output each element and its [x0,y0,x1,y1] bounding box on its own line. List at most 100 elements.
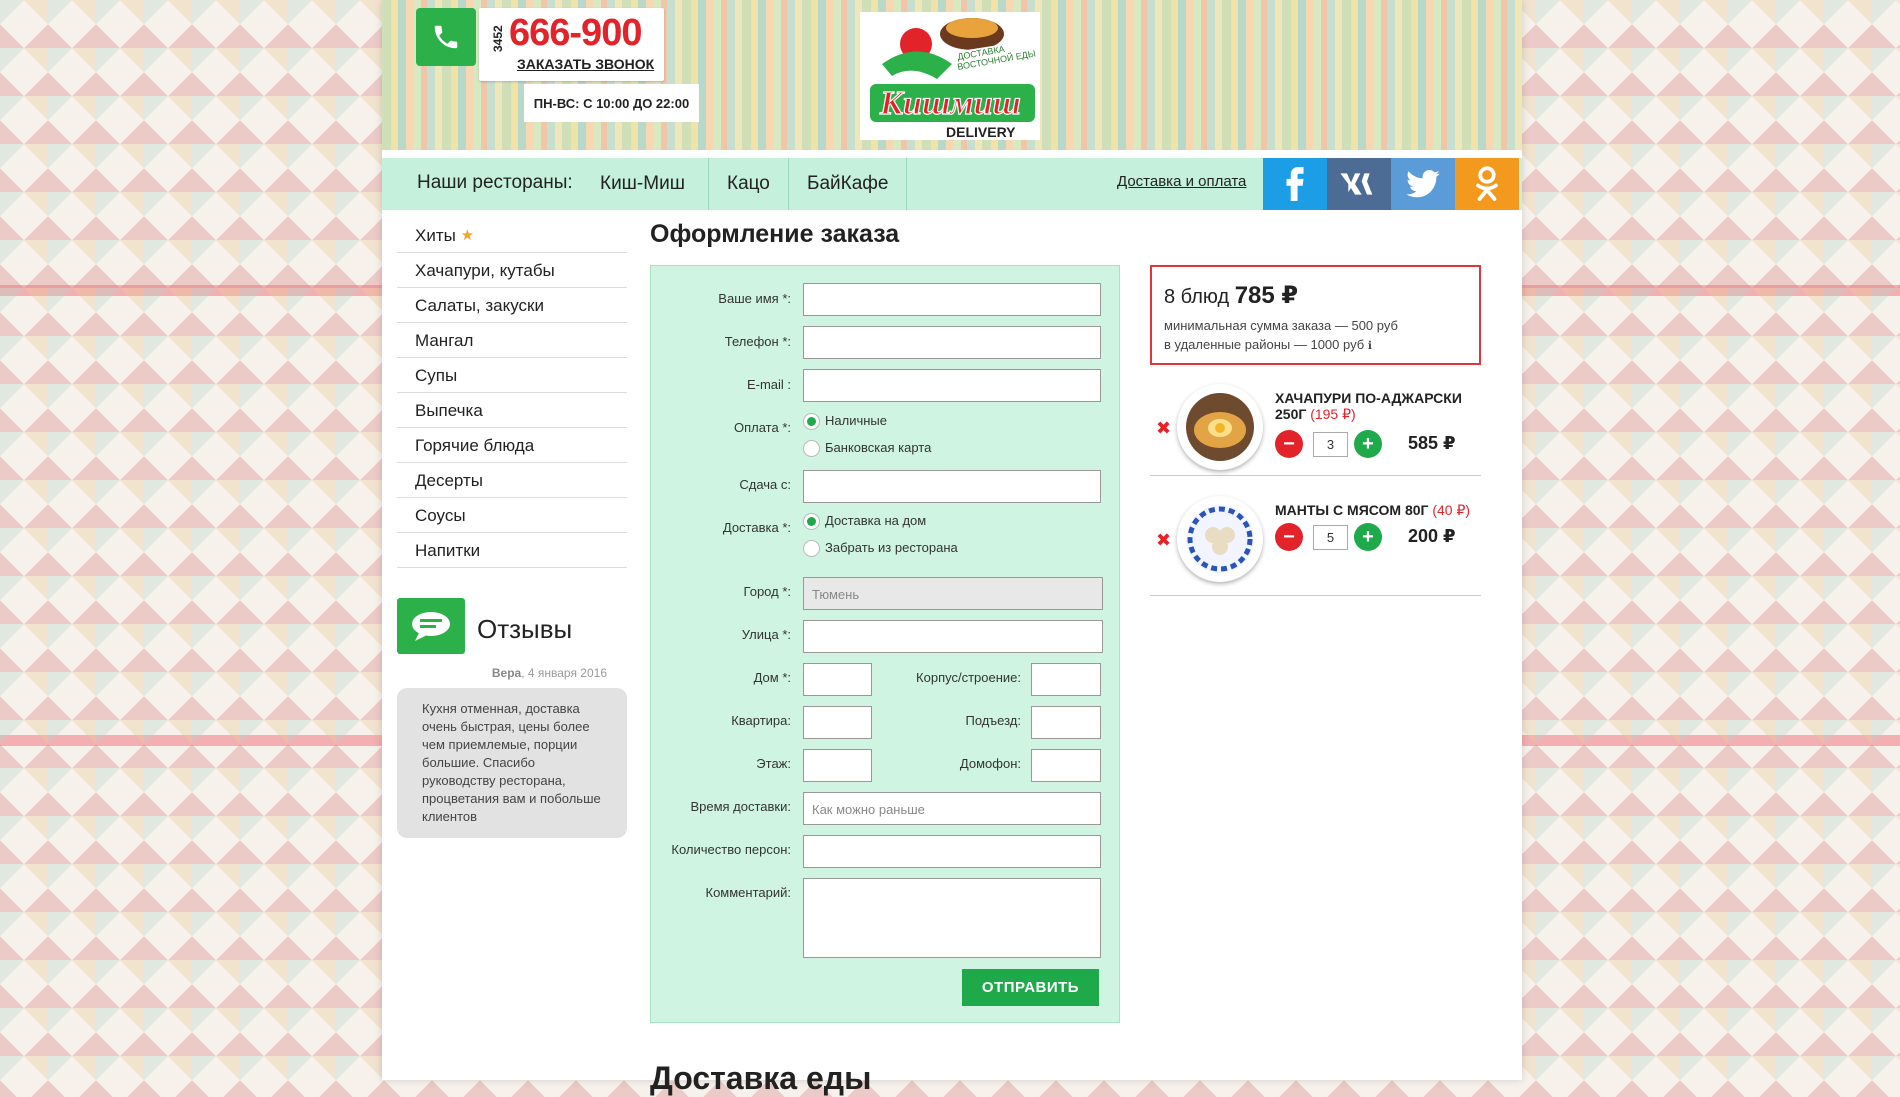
item-price: 200 ₽ [1408,526,1456,546]
intercom-label: Домофон: [959,756,1021,771]
remove-icon[interactable]: ✖ [1156,530,1171,551]
item-title: МАНТЫ С МЯСОМ 80Г [1275,502,1429,518]
entrance-input[interactable] [1031,706,1101,739]
header: 3452 666-900 ЗАКАЗАТЬ ЗВОНОК ПН-ВС: С 10… [382,0,1522,150]
email-label: E-mail : [746,377,791,392]
facebook-icon[interactable] [1263,158,1327,210]
order-call-link[interactable]: ЗАКАЗАТЬ ЗВОНОК [517,56,654,72]
review-author: Вера, 4 января 2016 [397,666,627,680]
delivery-home-label: Доставка на дом [825,513,927,528]
menu-item-sauces[interactable]: Соусы [397,498,627,533]
svg-text:DELIVERY: DELIVERY [946,124,1016,140]
radio-dot [803,413,820,431]
cart-item: ✖ МАНТЫ С МЯСОМ 80Г (40 ₽) − 5 + 200 ₽ [1150,490,1481,596]
star-icon: ★ [460,227,475,244]
quantity-input[interactable]: 3 [1313,432,1348,457]
menu-item-drinks[interactable]: Напитки [397,533,627,568]
delivery-time-input[interactable]: Как можно раньше [803,792,1101,825]
floor-label: Этаж: [756,756,791,771]
svg-text:Кишмиш: Кишмиш [879,85,1021,122]
item-name: ХАЧАПУРИ ПО-АДЖАРСКИ 250Г (195 ₽) [1275,390,1475,422]
review-date: , 4 января 2016 [521,666,607,680]
increase-button[interactable]: + [1354,430,1382,458]
comment-textarea[interactable] [803,878,1101,958]
menu-item-grill[interactable]: Мангал [397,323,627,358]
unit-price: (195 ₽) [1310,406,1356,422]
radio-dot [803,540,820,558]
floor-input[interactable] [803,749,872,782]
change-label: Сдача с: [739,477,791,492]
name-input[interactable] [803,283,1101,316]
order-form: Ваше имя *: Телефон *: E-mail : Оплата *… [650,265,1120,1023]
menu-item-pastry[interactable]: Выпечка [397,393,627,428]
quantity-input[interactable]: 5 [1313,525,1348,550]
menu-item-salads[interactable]: Салаты, закуски [397,288,627,323]
submit-button[interactable]: ОТПРАВИТЬ [962,969,1099,1006]
street-label: Улица *: [741,627,791,642]
payment-cash-radio[interactable]: Наличные [803,413,887,431]
odnoklassniki-icon[interactable] [1455,158,1519,210]
delivery-pickup-radio[interactable]: Забрать из ресторана [803,540,958,558]
delivery-payment-link[interactable]: Доставка и оплата [1117,173,1246,190]
phone-box: 3452 666-900 ЗАКАЗАТЬ ЗВОНОК [479,8,664,81]
reviews-block: Отзывы Вера, 4 января 2016 Кухня отменна… [397,598,627,838]
nav-item-baycafe[interactable]: БайКафе [788,158,908,210]
vk-icon[interactable] [1327,158,1391,210]
page-container: 3452 666-900 ЗАКАЗАТЬ ЗВОНОК ПН-ВС: С 10… [382,0,1522,1096]
entrance-label: Подъезд: [965,713,1021,728]
street-input[interactable] [803,620,1103,653]
item-price: 585 ₽ [1408,433,1456,453]
email-input[interactable] [803,369,1101,402]
cart-count: 8 блюд 785 ₽ [1164,281,1467,310]
decrease-button[interactable]: − [1275,430,1303,458]
house-input[interactable] [803,663,872,696]
unit-price: (40 ₽) [1432,502,1471,518]
min-order-text: минимальная сумма заказа — 500 руб [1164,318,1398,333]
change-input[interactable] [803,470,1101,503]
phone-code: 3452 [491,25,505,52]
info-icon[interactable]: ℹ [1368,340,1372,352]
delivery-home-radio[interactable]: Доставка на дом [803,513,927,531]
item-name: МАНТЫ С МЯСОМ 80Г (40 ₽) [1275,502,1475,518]
radio-dot [803,440,820,458]
review-author-name: Вера [491,666,522,680]
persons-label: Количество персон: [671,842,791,857]
restaurants-nav: Наши рестораны: Киш-Миш Кацо БайКафе Дос… [382,158,1522,210]
apartment-label: Квартира: [731,713,791,728]
phone-icon[interactable] [416,8,476,66]
intercom-input[interactable] [1031,749,1101,782]
menu-item-hits[interactable]: Хиты ★ [397,218,627,253]
menu-item-khachapuri[interactable]: Хачапури, кутабы [397,253,627,288]
city-label: Город *: [743,584,791,599]
building-input[interactable] [1031,663,1101,696]
menu-item-soups[interactable]: Супы [397,358,627,393]
phone-number[interactable]: 666-900 [509,12,642,55]
decrease-button[interactable]: − [1275,523,1303,551]
persons-input[interactable] [803,835,1101,868]
logo[interactable]: ДОСТАВКА ВОСТОЧНОЙ ЕДЫ Кишмиш DELIVERY [842,4,1060,144]
phone-input[interactable] [803,326,1101,359]
payment-card-label: Банковская карта [825,440,932,455]
building-label: Корпус/строение: [916,670,1021,685]
menu-item-label: Хиты [415,226,456,245]
remote-order-row: в удаленные районы — 1000 руб ℹ [1164,335,1467,356]
khachapuri-image[interactable] [1177,384,1263,470]
remove-icon[interactable]: ✖ [1156,418,1171,439]
chat-bubble-icon[interactable] [397,598,465,654]
twitter-icon[interactable] [1391,158,1455,210]
payment-cash-label: Наличные [825,413,887,428]
review-text: Кухня отменная, доставка очень быстрая, … [397,688,627,838]
radio-dot [803,513,820,531]
name-label: Ваше имя *: [718,291,791,306]
menu-item-desserts[interactable]: Десерты [397,463,627,498]
nav-item-katso[interactable]: Кацо [708,158,788,210]
reviews-title[interactable]: Отзывы [477,614,572,645]
menu-item-hot-dishes[interactable]: Горячие блюда [397,428,627,463]
cart-item: ✖ ХАЧАПУРИ ПО-АДЖАРСКИ 250Г (195 ₽) − 3 … [1150,378,1481,476]
increase-button[interactable]: + [1354,523,1382,551]
manti-image[interactable] [1177,496,1263,582]
payment-card-radio[interactable]: Банковская карта [803,440,932,458]
nav-item-kishmish[interactable]: Киш-Миш [582,158,703,210]
min-order-note: минимальная сумма заказа — 500 руб в уда… [1164,316,1467,356]
apartment-input[interactable] [803,706,872,739]
